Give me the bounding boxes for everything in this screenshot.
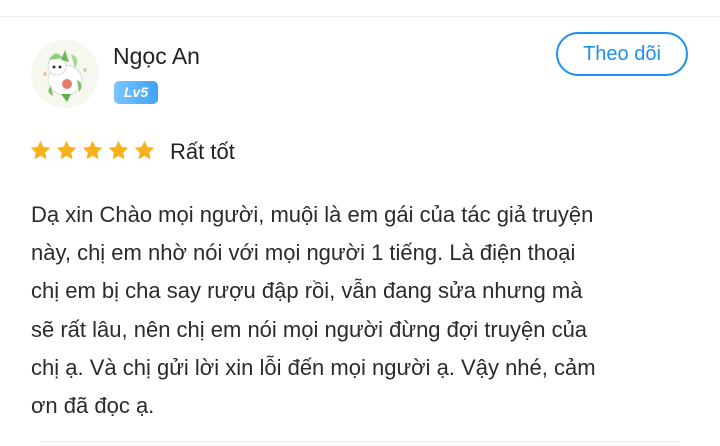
star-icon [81,139,104,162]
level-badge: Lv5 [114,81,159,104]
avatar-illustration [31,40,99,108]
top-divider [0,16,720,17]
star-icon [133,139,156,162]
review-line: Dạ xin Chào mọi người, muội là em gái củ… [31,202,594,227]
star-icon [29,139,52,162]
username[interactable]: Ngọc An [113,41,200,71]
star-icon [55,139,78,162]
review-text: Dạ xin Chào mọi người, muội là em gái củ… [31,196,701,425]
avatar[interactable] [31,40,99,108]
rating-label: Rất tốt [170,139,235,164]
bottom-divider [40,441,680,442]
review-line: chị ạ. Và chị gửi lời xin lỗi đến mọi ng… [31,354,596,380]
review-line: ơn đã đọc ạ. [31,393,155,419]
review-line: sẽ rất lâu, nên chị em nói mọi người đừn… [31,316,588,342]
star-icon [107,139,130,162]
follow-button[interactable]: Theo dõi [556,32,688,76]
star-rating [29,139,156,162]
review-line: này, chị em nhờ nói với mọi người 1 tiến… [31,240,576,266]
review-line: chị em bị cha say rượu đập rồi, vẫn đang… [31,278,583,304]
